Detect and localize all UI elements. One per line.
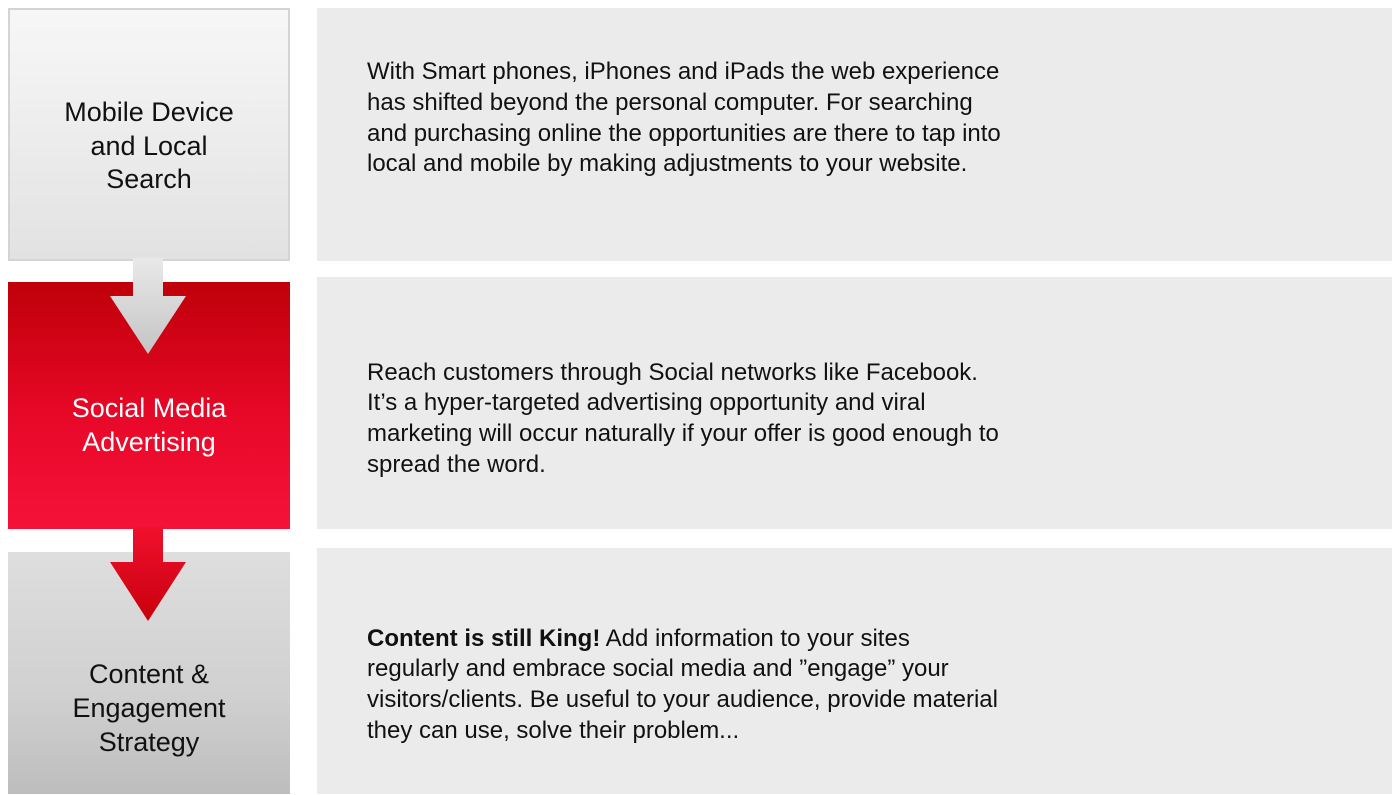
step-description-panel: With Smart phones, iPhones and iPads the… xyxy=(317,8,1392,261)
step-description: Content is still King! Add information t… xyxy=(367,624,1007,747)
step-description-panel: Content is still King! Add information t… xyxy=(317,548,1392,794)
step-label: Social Media Advertising xyxy=(71,392,227,457)
step-box-mobile-device: Mobile Device and Local Search xyxy=(8,8,290,261)
step-description: With Smart phones, iPhones and iPads the… xyxy=(367,58,1001,178)
step-description-panel: Reach customers through Social networks … xyxy=(317,277,1392,529)
down-arrow-icon xyxy=(110,527,186,621)
step-description-bold: Content is still King! xyxy=(367,624,601,652)
step-label: Content & Engagement Strategy xyxy=(72,659,226,757)
step-description: Reach customers through Social networks … xyxy=(367,358,999,478)
step-label: Mobile Device and Local Search xyxy=(64,96,234,195)
down-arrow-icon xyxy=(110,258,186,354)
